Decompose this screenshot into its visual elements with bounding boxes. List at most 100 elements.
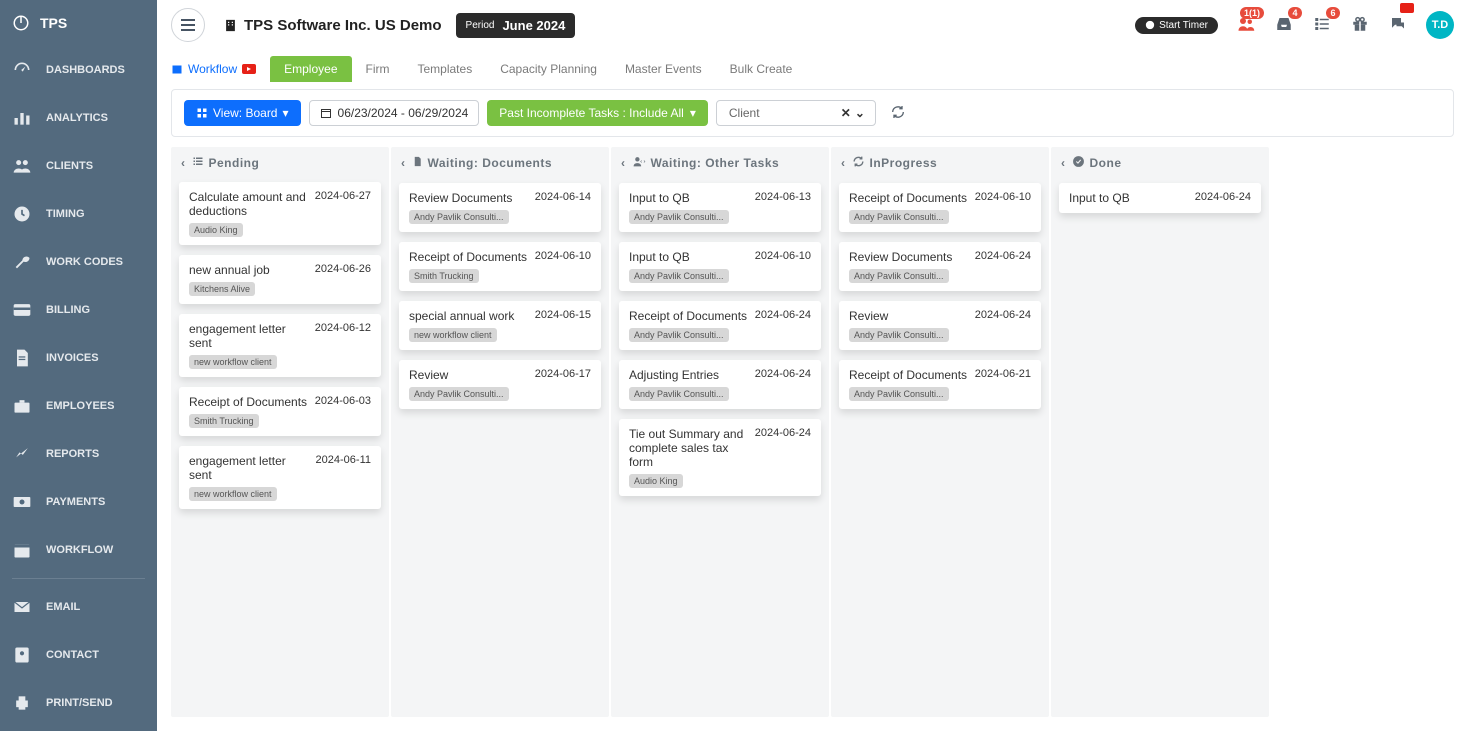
card-title: engagement letter sent	[189, 322, 309, 350]
card-title: Review	[409, 368, 529, 382]
sidebar-item-clients[interactable]: CLIENTS	[0, 142, 157, 190]
card-title: Review	[849, 309, 969, 323]
chevron-left-icon[interactable]: ‹	[401, 156, 406, 170]
task-card[interactable]: Input to QB2024-06-24	[1059, 183, 1261, 213]
sidebar-item-invoices[interactable]: INVOICES	[0, 334, 157, 382]
card-tag: new workflow client	[189, 355, 277, 369]
task-card[interactable]: special annual work2024-06-15new workflo…	[399, 301, 601, 350]
sidebar-logo[interactable]: TPS	[0, 0, 157, 46]
task-card[interactable]: engagement letter sent2024-06-12new work…	[179, 314, 381, 377]
period-selector[interactable]: Period June 2024	[456, 13, 576, 38]
period-label: Period	[466, 20, 495, 31]
card-date: 2024-06-24	[975, 250, 1031, 262]
task-card[interactable]: Review Documents2024-06-14Andy Pavlik Co…	[399, 183, 601, 232]
filter-incomplete[interactable]: Past Incomplete Tasks : Include All ▾	[487, 100, 708, 126]
task-card[interactable]: Tie out Summary and complete sales tax f…	[619, 419, 821, 496]
gauge-icon	[12, 60, 32, 80]
task-card[interactable]: Review2024-06-17Andy Pavlik Consulti...	[399, 360, 601, 409]
sidebar-item-analytics[interactable]: ANALYTICS	[0, 94, 157, 142]
view-selector[interactable]: View: Board ▾	[184, 100, 301, 126]
chevron-left-icon[interactable]: ‹	[181, 156, 186, 170]
sidebar-item-employees[interactable]: EMPLOYEES	[0, 382, 157, 430]
sidebar-item-label: DASHBOARDS	[46, 64, 125, 76]
tasks-icon-button[interactable]: 6	[1312, 15, 1332, 36]
client-selector[interactable]: Client ✕ ⌄	[716, 100, 876, 126]
task-card[interactable]: engagement letter sent2024-06-11new work…	[179, 446, 381, 509]
tab-master-events[interactable]: Master Events	[611, 56, 716, 82]
sidebar-item-reports[interactable]: REPORTS	[0, 430, 157, 478]
mail-icon	[12, 597, 32, 617]
column-pending: ‹ Pending Calculate amount and deductions2…	[171, 147, 389, 717]
chevron-down-icon[interactable]: ⌄	[855, 106, 865, 120]
column-header[interactable]: ‹ Pending	[171, 147, 389, 178]
column-header[interactable]: ‹Done	[1051, 147, 1269, 179]
task-card[interactable]: Adjusting Entries2024-06-24Andy Pavlik C…	[619, 360, 821, 409]
task-card[interactable]: Input to QB 2024-06-13 Andy Pavlik Consult…	[619, 183, 821, 232]
sidebar-item-billing[interactable]: BILLING	[0, 286, 157, 334]
sidebar-item-timing[interactable]: TIMING	[0, 190, 157, 238]
task-card[interactable]: new annual job2024-06-26Kitchens Alive	[179, 255, 381, 304]
sidebar-item-label: ANALYTICS	[46, 112, 108, 124]
tab-templates[interactable]: Templates	[404, 56, 487, 82]
sidebar-item-contact[interactable]: CONTACT	[0, 631, 157, 679]
sidebar-item-tools[interactable]: TOOLS ▾	[0, 727, 157, 731]
column-waiting-other: ‹Waiting: Other TasksInput to QB2024-06-…	[611, 147, 829, 717]
calendar-icon	[320, 107, 332, 119]
hamburger-button[interactable]	[171, 8, 205, 42]
clear-icon[interactable]: ✕	[841, 106, 851, 120]
tab-firm[interactable]: Firm	[352, 56, 404, 82]
task-card[interactable]: Review2024-06-24Andy Pavlik Consulti...	[839, 301, 1041, 350]
gift-icon	[1350, 15, 1370, 33]
date-range-picker[interactable]: 06/23/2024 - 06/29/2024	[309, 100, 480, 126]
sidebar-item-email[interactable]: EMAIL	[0, 583, 157, 631]
task-card[interactable]: Input to QB2024-06-10Andy Pavlik Consult…	[619, 242, 821, 291]
sidebar-item-workflow[interactable]: WORKFLOW	[0, 526, 157, 574]
task-card[interactable]: Receipt of Documents2024-06-10Smith Truc…	[399, 242, 601, 291]
chevron-left-icon[interactable]: ‹	[621, 156, 626, 170]
task-card[interactable]: Receipt of Documents2024-06-03Smith Truc…	[179, 387, 381, 436]
card-title: Input to QB	[629, 191, 749, 205]
task-card[interactable]: Review Documents2024-06-24Andy Pavlik Co…	[839, 242, 1041, 291]
tab-workflow[interactable]: Workflow	[171, 62, 256, 76]
card-date: 2024-06-10	[975, 191, 1031, 203]
clock-icon	[12, 204, 32, 224]
chevron-left-icon[interactable]: ‹	[1061, 156, 1066, 170]
task-card[interactable]: Calculate amount and deductions2024-06-2…	[179, 182, 381, 245]
gift-icon-button[interactable]	[1350, 15, 1370, 36]
period-value: June 2024	[502, 18, 565, 33]
task-card[interactable]: Receipt of Documents2024-06-10Andy Pavli…	[839, 183, 1041, 232]
tab-employee[interactable]: Employee	[270, 56, 351, 82]
card-date: 2024-06-24	[755, 427, 811, 439]
sidebar-item-printsend[interactable]: PRINT/SEND	[0, 679, 157, 727]
sidebar-item-payments[interactable]: PAYMENTS	[0, 478, 157, 526]
card-title: Receipt of Documents	[849, 191, 969, 205]
tab-bulk-create[interactable]: Bulk Create	[716, 56, 807, 82]
card-tag: Andy Pavlik Consulti...	[629, 210, 729, 224]
task-card[interactable]: Receipt of Documents2024-06-24Andy Pavli…	[619, 301, 821, 350]
card-date: 2024-06-13	[755, 191, 811, 203]
badge-inbox: 4	[1288, 7, 1302, 19]
sidebar-item-dashboards[interactable]: DASHBOARDS	[0, 46, 157, 94]
tab-label: Templates	[418, 62, 473, 76]
task-card[interactable]: Receipt of Documents2024-06-21Andy Pavli…	[839, 360, 1041, 409]
refresh-button[interactable]	[890, 104, 906, 123]
chevron-left-icon[interactable]: ‹	[841, 156, 846, 170]
inbox-icon-button[interactable]: 4	[1274, 15, 1294, 36]
card-date: 2024-06-26	[315, 263, 371, 275]
badge-list: 6	[1326, 7, 1340, 19]
column-title: Pending	[209, 156, 260, 170]
column-header[interactable]: ‹Waiting: Other Tasks	[611, 147, 829, 179]
sidebar-item-workcodes[interactable]: WORK CODES	[0, 238, 157, 286]
people-icon-button[interactable]: 1(1)	[1236, 15, 1256, 36]
start-timer-button[interactable]: Start Timer	[1135, 17, 1218, 34]
card-title: Receipt of Documents	[409, 250, 529, 264]
sidebar-item-label: EMPLOYEES	[46, 400, 114, 412]
chat-icon-button[interactable]	[1388, 15, 1408, 36]
power-icon	[12, 14, 30, 32]
user-avatar[interactable]: T.D	[1426, 11, 1454, 39]
column-header[interactable]: ‹InProgress	[831, 147, 1049, 179]
tab-capacity[interactable]: Capacity Planning	[486, 56, 611, 82]
column-header[interactable]: ‹Waiting: Documents	[391, 147, 609, 179]
print-icon	[12, 693, 32, 713]
user-icon	[632, 155, 646, 171]
